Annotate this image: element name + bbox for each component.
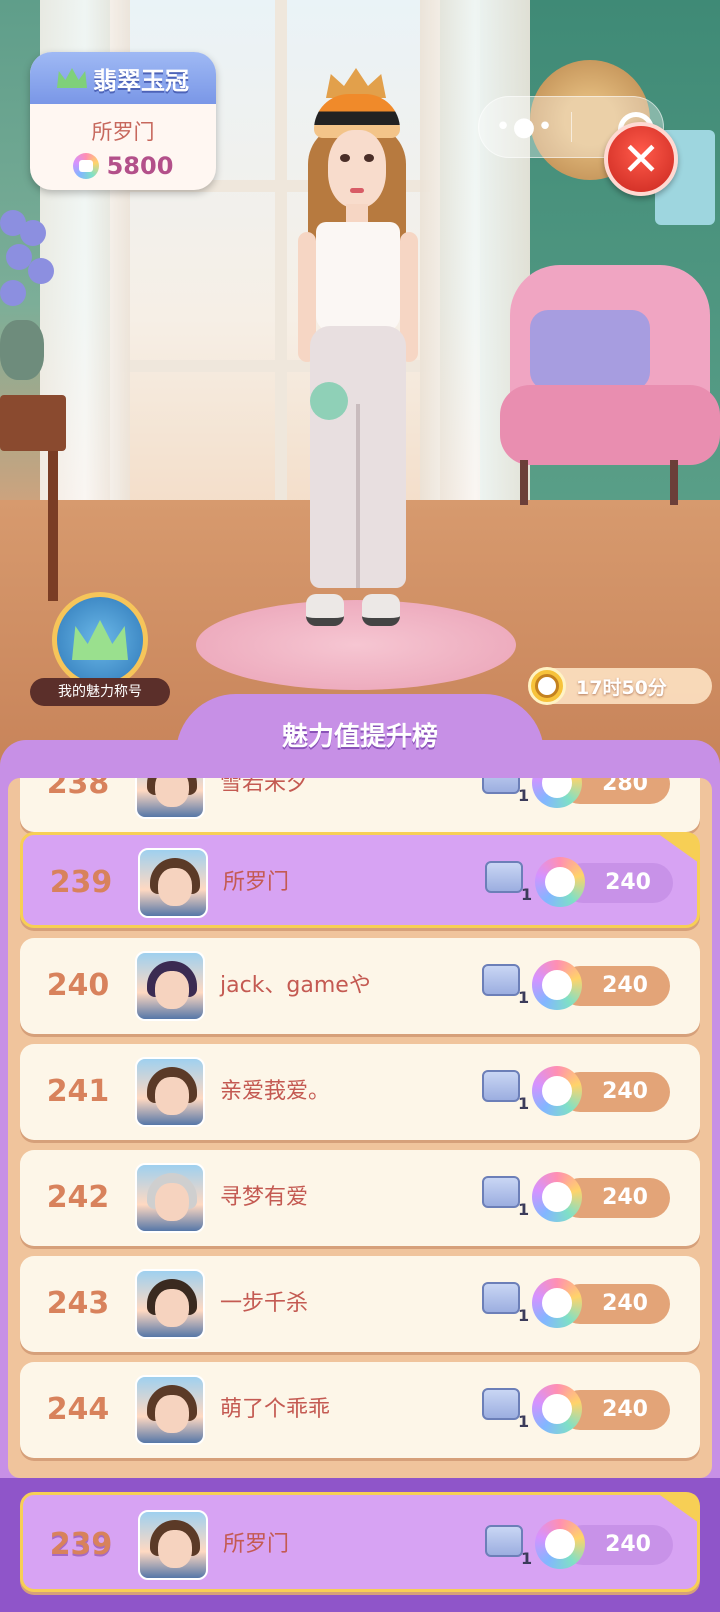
close-icon: ✕: [621, 132, 661, 186]
chest-count: 1: [518, 1200, 530, 1219]
gift-chest-icon[interactable]: [485, 861, 523, 893]
rank-number: 239: [49, 865, 113, 900]
player-name: 雪若未夕: [220, 778, 309, 796]
player-name: 一步千杀: [220, 1291, 309, 1316]
corner-flag-icon: [657, 833, 699, 863]
leaderboard-list[interactable]: 238 雪若未夕 1 280 239 所罗门 1 240 240 jack、ga…: [8, 778, 712, 1478]
outfit-badge-icon: [532, 1066, 582, 1116]
crown-icon: [72, 620, 128, 660]
leaderboard-row[interactable]: 244 萌了个乖乖 1 240: [20, 1362, 700, 1458]
leaderboard-row[interactable]: 241 亲爱莪爱。 1 240: [20, 1044, 700, 1140]
gift-chest-icon[interactable]: [482, 1282, 520, 1314]
title-name: 翡翠玉冠: [93, 66, 189, 95]
outfit-badge-icon: [532, 1384, 582, 1434]
potted-plant: [0, 210, 60, 380]
chest-count: 1: [521, 1549, 533, 1568]
gift-chest-icon[interactable]: [482, 1070, 520, 1102]
player-portrait[interactable]: [135, 778, 205, 819]
timer-text: 17时50分: [576, 676, 667, 699]
charm-score: 5800: [106, 152, 174, 180]
crown-icon: [57, 68, 87, 88]
rank-number: 243: [46, 1286, 110, 1321]
outfit-badge-icon: [535, 1519, 585, 1569]
outfit-badge-icon: [532, 1172, 582, 1222]
player-portrait[interactable]: [135, 1269, 205, 1339]
my-charm-title-button[interactable]: 我的魅力称号: [30, 592, 170, 712]
charm-gem-icon: [72, 153, 99, 179]
player-avatar[interactable]: [272, 64, 442, 644]
chest-count: 1: [518, 1412, 530, 1431]
countdown-timer: 17时50分: [528, 667, 712, 705]
player-portrait[interactable]: [135, 1057, 205, 1127]
outfit-badge-icon: [532, 778, 582, 808]
my-rank-bar: 239 所罗门 1 240: [0, 1478, 720, 1612]
rank-number: 239: [49, 1527, 113, 1562]
gift-chest-icon[interactable]: [482, 778, 520, 794]
leaderboard-row[interactable]: 242 寻梦有爱 1 240: [20, 1150, 700, 1246]
my-rank-row[interactable]: 239 所罗门 1 240: [20, 1492, 700, 1592]
chest-count: 1: [518, 786, 530, 805]
gift-chest-icon[interactable]: [482, 964, 520, 996]
leaderboard-row[interactable]: 240 jack、gameや 1 240: [20, 938, 700, 1034]
title-card[interactable]: 翡翠玉冠 所罗门 5800: [30, 52, 216, 190]
gift-chest-icon[interactable]: [482, 1388, 520, 1420]
rank-number: 240: [46, 968, 110, 1003]
leaderboard-row-me[interactable]: 239 所罗门 1 240: [20, 832, 700, 928]
close-button[interactable]: ✕: [604, 122, 678, 196]
rank-number: 241: [46, 1074, 110, 1109]
outfit-badge-icon: [532, 960, 582, 1010]
player-name: 所罗门: [223, 1532, 290, 1557]
player-name: 亲爱莪爱。: [220, 1079, 331, 1104]
rank-number: 244: [46, 1392, 110, 1427]
player-portrait[interactable]: [138, 848, 208, 918]
player-portrait[interactable]: [135, 1163, 205, 1233]
gift-chest-icon[interactable]: [485, 1525, 523, 1557]
leaderboard-title: 魅力值提升榜: [281, 722, 438, 752]
charm-title-label: 我的魅力称号: [30, 678, 170, 706]
outfit-badge-icon: [532, 1278, 582, 1328]
pink-sofa: [500, 265, 720, 505]
rank-number: 238: [46, 778, 110, 801]
rank-number: 242: [46, 1180, 110, 1215]
player-name: 所罗门: [223, 870, 290, 895]
chest-count: 1: [521, 885, 533, 904]
player-name: jack、gameや: [220, 973, 371, 998]
side-table: [0, 395, 66, 605]
player-portrait[interactable]: [135, 1375, 205, 1445]
chest-count: 1: [518, 1094, 530, 1113]
player-name: 萌了个乖乖: [220, 1397, 331, 1422]
player-name: 寻梦有爱: [220, 1185, 309, 1210]
leaderboard-row[interactable]: 243 一步千杀 1 240: [20, 1256, 700, 1352]
chest-count: 1: [518, 988, 530, 1007]
corner-flag-icon: [657, 1493, 699, 1523]
alarm-clock-icon: [528, 667, 566, 705]
player-portrait[interactable]: [138, 1510, 208, 1580]
player-name: 所罗门: [91, 120, 155, 144]
gift-chest-icon[interactable]: [482, 1176, 520, 1208]
player-portrait[interactable]: [135, 951, 205, 1021]
more-menu-button[interactable]: •●•: [479, 112, 571, 142]
outfit-badge-icon: [535, 857, 585, 907]
chest-count: 1: [518, 1306, 530, 1325]
leaderboard-row[interactable]: 238 雪若未夕 1 280: [20, 778, 700, 832]
